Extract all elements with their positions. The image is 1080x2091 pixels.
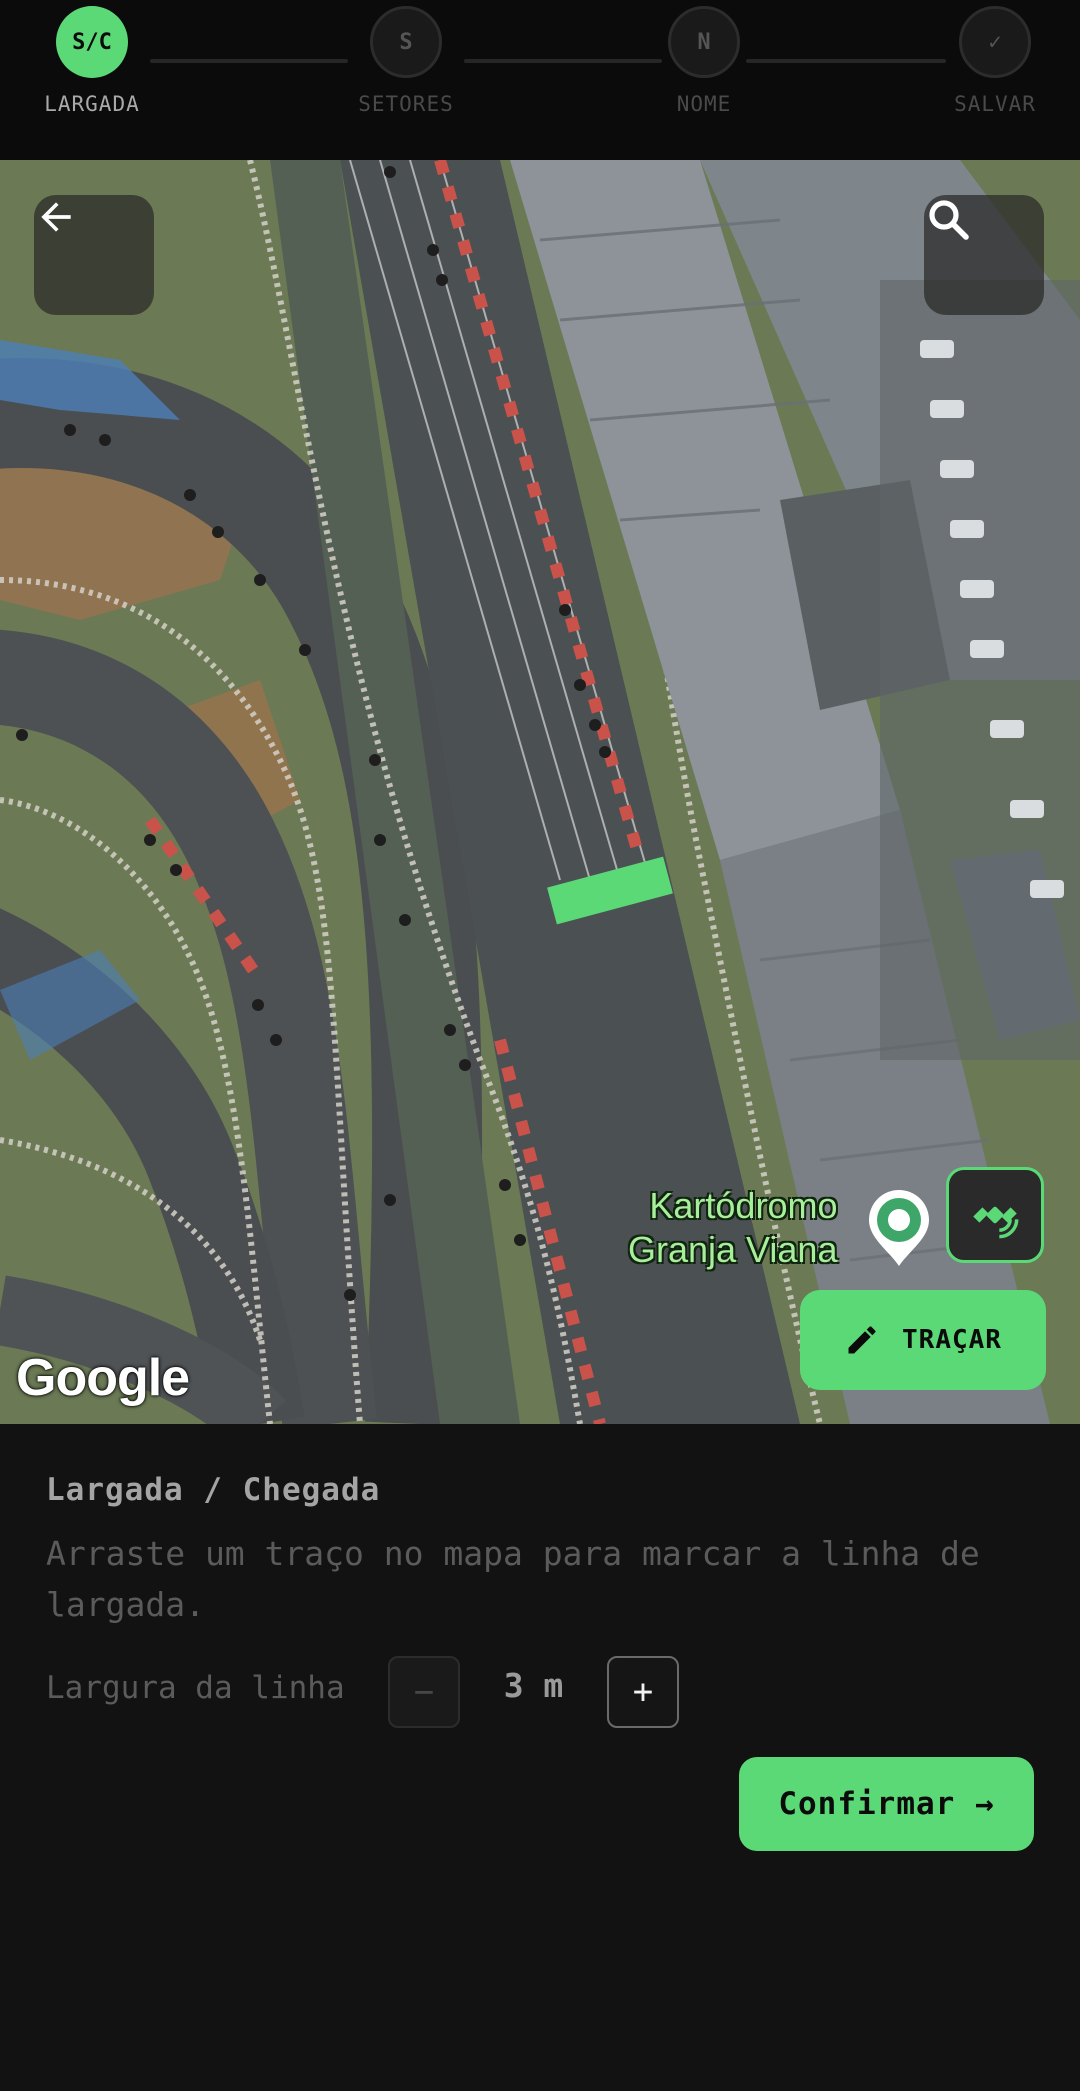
back-button[interactable]: [34, 195, 154, 315]
map-pin-icon[interactable]: [866, 1188, 932, 1268]
place-name-label: Kartódromo Granja Viana: [628, 1184, 837, 1272]
panel-description: Arraste um traço no mapa para marcar a l…: [46, 1534, 980, 1624]
decrease-width-button[interactable]: −: [388, 1656, 460, 1728]
step-circle: S/C: [56, 6, 128, 78]
line-width-value: 3 m: [503, 1666, 564, 1705]
place-name-line2: Granja Viana: [628, 1229, 838, 1270]
place-name-line1: Kartódromo: [649, 1185, 838, 1226]
google-attribution: Google: [16, 1349, 190, 1407]
start-line-panel: Largada / Chegada Arraste um traço no ma…: [0, 1424, 1080, 2091]
step-connector: [150, 59, 348, 63]
step-label: NOME: [676, 92, 732, 116]
arrow-left-icon: [41, 202, 71, 232]
step-salvar[interactable]: ✓ SALVAR: [920, 6, 1070, 116]
satellite-icon: [973, 1206, 1019, 1239]
search-button[interactable]: [924, 195, 1044, 315]
step-label: SETORES: [358, 92, 454, 116]
step-label: LARGADA: [44, 92, 140, 116]
step-largada[interactable]: S/C LARGADA: [17, 6, 167, 116]
step-setores[interactable]: S SETORES: [331, 6, 481, 116]
confirm-button[interactable]: Confirmar →: [739, 1757, 1034, 1851]
search-icon: [929, 200, 969, 240]
satellite-toggle-button[interactable]: [946, 1167, 1044, 1263]
progress-stepper: S/C LARGADA S SETORES N NOME ✓ SALVAR: [0, 0, 1080, 160]
step-circle: ✓: [959, 6, 1031, 78]
step-label: SALVAR: [954, 92, 1036, 116]
step-circle: S: [370, 6, 442, 78]
panel-title: Largada / Chegada: [46, 1472, 381, 1508]
pencil-icon: [848, 1326, 876, 1354]
draw-line-button[interactable]: TRAÇAR: [800, 1290, 1046, 1390]
step-nome[interactable]: N NOME: [629, 6, 779, 116]
step-circle: N: [668, 6, 740, 78]
draw-line-label: TRAÇAR: [902, 1325, 1002, 1355]
increase-width-button[interactable]: +: [607, 1656, 679, 1728]
line-width-label: Largura da linha: [46, 1670, 345, 1706]
